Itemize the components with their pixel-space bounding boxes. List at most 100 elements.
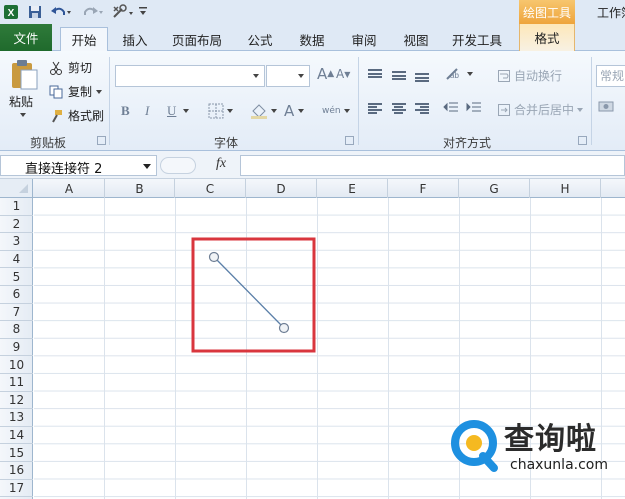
column-header-e[interactable]: E bbox=[317, 179, 388, 198]
customize-tools-icon[interactable] bbox=[110, 3, 136, 21]
formula-bar-resize-handle[interactable] bbox=[160, 157, 196, 174]
drawing-tools-label: 绘图工具 bbox=[519, 0, 575, 24]
border-button[interactable] bbox=[208, 102, 233, 120]
row-header[interactable]: 14 bbox=[0, 427, 33, 445]
qat-dropdown-icon[interactable] bbox=[137, 3, 149, 21]
clipboard-launcher-icon[interactable] bbox=[97, 136, 106, 145]
format-painter-button[interactable]: 格式刷 bbox=[48, 107, 104, 124]
alignment-launcher-icon[interactable] bbox=[578, 136, 587, 145]
font-size-dropdown[interactable] bbox=[266, 65, 310, 87]
copy-button[interactable]: 复制 bbox=[48, 83, 103, 100]
align-bottom-icon[interactable] bbox=[415, 73, 429, 82]
fill-color-button[interactable] bbox=[250, 102, 277, 120]
row-header-bar: 1 2 3 4 5 6 7 8 9 10 11 12 13 14 15 16 1… bbox=[0, 198, 33, 499]
cut-button[interactable]: 剪切 bbox=[48, 59, 92, 76]
column-header-b[interactable]: B bbox=[105, 179, 175, 198]
name-box[interactable]: 直接连接符 2 bbox=[0, 155, 157, 177]
tab-insert[interactable]: 插入 bbox=[114, 27, 156, 51]
column-header-h[interactable]: H bbox=[530, 179, 601, 198]
column-header-d[interactable]: D bbox=[246, 179, 317, 198]
row-header[interactable]: 10 bbox=[0, 356, 33, 374]
ribbon-separator bbox=[591, 57, 592, 145]
row-header[interactable]: 6 bbox=[0, 286, 33, 304]
align-middle-icon[interactable] bbox=[392, 71, 406, 80]
ribbon-tab-bar: 文件 开始 插入 页面布局 公式 数据 审阅 视图 开发工具 格式 bbox=[0, 24, 625, 51]
name-box-dropdown-icon[interactable] bbox=[143, 164, 151, 169]
row-header[interactable]: 5 bbox=[0, 268, 33, 286]
insert-function-button[interactable]: fx bbox=[216, 156, 226, 172]
shrink-font-button[interactable]: A ▼ bbox=[336, 67, 350, 81]
save-icon[interactable] bbox=[27, 3, 43, 21]
underline-button[interactable]: U bbox=[167, 102, 176, 120]
row-header[interactable]: 15 bbox=[0, 444, 33, 462]
copy-dropdown-icon[interactable] bbox=[96, 89, 103, 94]
italic-button[interactable]: I bbox=[145, 102, 149, 120]
merge-cells-icon bbox=[497, 103, 511, 116]
tab-data[interactable]: 数据 bbox=[290, 27, 334, 51]
excel-logo-icon[interactable]: X bbox=[2, 3, 20, 21]
chevron-down-icon bbox=[577, 107, 584, 112]
tab-formulas[interactable]: 公式 bbox=[238, 27, 282, 51]
row-header[interactable]: 4 bbox=[0, 251, 33, 269]
row-header[interactable]: 13 bbox=[0, 409, 33, 427]
align-top-icon[interactable] bbox=[368, 69, 382, 78]
align-right-icon[interactable] bbox=[415, 103, 429, 114]
row-header[interactable]: 1 bbox=[0, 198, 33, 216]
shrink-font-label: A bbox=[336, 67, 345, 81]
number-format-dropdown[interactable]: 常规 bbox=[596, 65, 625, 87]
paste-button[interactable]: 粘贴 bbox=[9, 93, 33, 110]
clipboard-group-label: 剪贴板 bbox=[30, 136, 67, 150]
undo-icon[interactable] bbox=[49, 3, 73, 21]
decrease-indent-button[interactable] bbox=[443, 101, 459, 115]
font-color-button[interactable]: A bbox=[284, 102, 305, 120]
font-launcher-icon[interactable] bbox=[345, 136, 354, 145]
bold-button[interactable]: B bbox=[121, 102, 130, 120]
chevron-down-icon bbox=[467, 72, 473, 76]
select-all-corner[interactable] bbox=[0, 179, 33, 198]
tab-home[interactable]: 开始 bbox=[60, 27, 108, 51]
column-header-a[interactable]: A bbox=[34, 179, 105, 198]
watermark-text: 查询啦 bbox=[504, 422, 597, 457]
phonetic-button[interactable]: wén bbox=[322, 102, 350, 120]
paste-dropdown-icon[interactable] bbox=[20, 113, 26, 117]
chevron-down-icon bbox=[298, 74, 304, 78]
row-header[interactable]: 2 bbox=[0, 216, 33, 234]
merge-center-button[interactable]: 合并后居中 bbox=[497, 101, 584, 118]
align-center-icon[interactable] bbox=[392, 103, 406, 114]
window-title: 工作簿 bbox=[597, 6, 625, 20]
tab-review[interactable]: 审阅 bbox=[342, 27, 386, 51]
row-header[interactable]: 16 bbox=[0, 462, 33, 480]
grow-font-button[interactable]: A ▲ bbox=[317, 65, 334, 83]
phonetic-label: wén bbox=[322, 106, 341, 116]
increase-indent-button[interactable] bbox=[466, 101, 482, 115]
currency-format-button[interactable] bbox=[598, 99, 616, 115]
wrap-text-button[interactable]: 自动换行 bbox=[497, 67, 562, 84]
tab-file[interactable]: 文件 bbox=[0, 24, 52, 51]
formula-input[interactable] bbox=[240, 155, 625, 176]
tab-page-layout[interactable]: 页面布局 bbox=[168, 27, 226, 51]
orientation-button[interactable]: ab bbox=[445, 67, 473, 81]
font-name-dropdown[interactable] bbox=[115, 65, 265, 87]
column-header-g[interactable]: G bbox=[459, 179, 530, 198]
shrink-font-icon: ▼ bbox=[344, 69, 351, 79]
align-left-icon[interactable] bbox=[368, 103, 382, 114]
tab-format[interactable]: 格式 bbox=[519, 24, 575, 51]
row-header[interactable]: 3 bbox=[0, 233, 33, 251]
tab-developer[interactable]: 开发工具 bbox=[446, 27, 508, 51]
column-header-c[interactable]: C bbox=[175, 179, 246, 198]
redo-icon[interactable] bbox=[80, 3, 104, 21]
row-header[interactable]: 12 bbox=[0, 392, 33, 410]
column-header-bar: A B C D E F G H bbox=[0, 179, 625, 198]
scissors-icon bbox=[48, 61, 64, 75]
wrap-text-icon bbox=[497, 69, 511, 82]
row-header[interactable]: 17 bbox=[0, 480, 33, 498]
paste-icon[interactable] bbox=[6, 57, 42, 91]
column-header-f[interactable]: F bbox=[388, 179, 459, 198]
row-header[interactable]: 7 bbox=[0, 304, 33, 322]
row-header[interactable]: 8 bbox=[0, 321, 33, 339]
underline-dropdown-icon[interactable] bbox=[183, 102, 189, 120]
format-painter-label: 格式刷 bbox=[68, 109, 105, 123]
row-header[interactable]: 11 bbox=[0, 374, 33, 392]
row-header[interactable]: 9 bbox=[0, 339, 33, 357]
tab-view[interactable]: 视图 bbox=[394, 27, 438, 51]
